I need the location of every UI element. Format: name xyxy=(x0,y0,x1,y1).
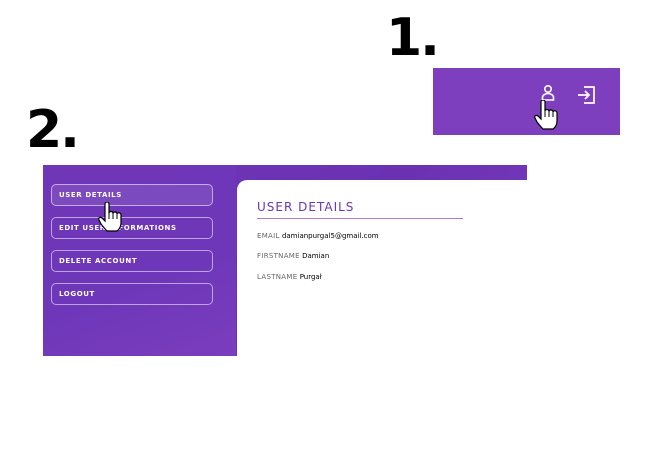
hand-pointer-icon xyxy=(98,201,122,237)
sidebar-item-user-details[interactable]: USER DETAILS xyxy=(51,184,213,206)
hand-pointer-icon xyxy=(534,99,558,135)
step-number-1: 1. xyxy=(386,8,440,68)
account-panel: USER DETAILS EDIT USER INFORMATIONS DELE… xyxy=(43,165,527,356)
sidebar-item-logout[interactable]: LOGOUT xyxy=(51,283,213,305)
lastname-label: LASTNAME xyxy=(257,273,298,281)
step-number-2: 2. xyxy=(26,100,80,160)
sidebar-item-edit-user-informations[interactable]: EDIT USER INFORMATIONS xyxy=(51,217,213,239)
sidebar: USER DETAILS EDIT USER INFORMATIONS DELE… xyxy=(43,165,236,356)
lastname-row: LASTNAME Purgał xyxy=(257,273,322,281)
firstname-value: Damian xyxy=(302,252,330,260)
title-divider xyxy=(257,218,463,219)
logout-icon[interactable] xyxy=(577,86,597,109)
card-title: USER DETAILS xyxy=(257,200,355,214)
sidebar-item-delete-account[interactable]: DELETE ACCOUNT xyxy=(51,250,213,272)
firstname-label: FIRSTNAME xyxy=(257,252,300,260)
email-row: EMAIL damianpurgal5@gmail.com xyxy=(257,232,379,240)
firstname-row: FIRSTNAME Damian xyxy=(257,252,329,260)
email-label: EMAIL xyxy=(257,232,280,240)
email-value: damianpurgal5@gmail.com xyxy=(281,232,379,240)
user-details-card: USER DETAILS EMAIL damianpurgal5@gmail.c… xyxy=(237,180,527,356)
lastname-value: Purgał xyxy=(299,273,322,281)
top-navbar xyxy=(433,68,620,135)
